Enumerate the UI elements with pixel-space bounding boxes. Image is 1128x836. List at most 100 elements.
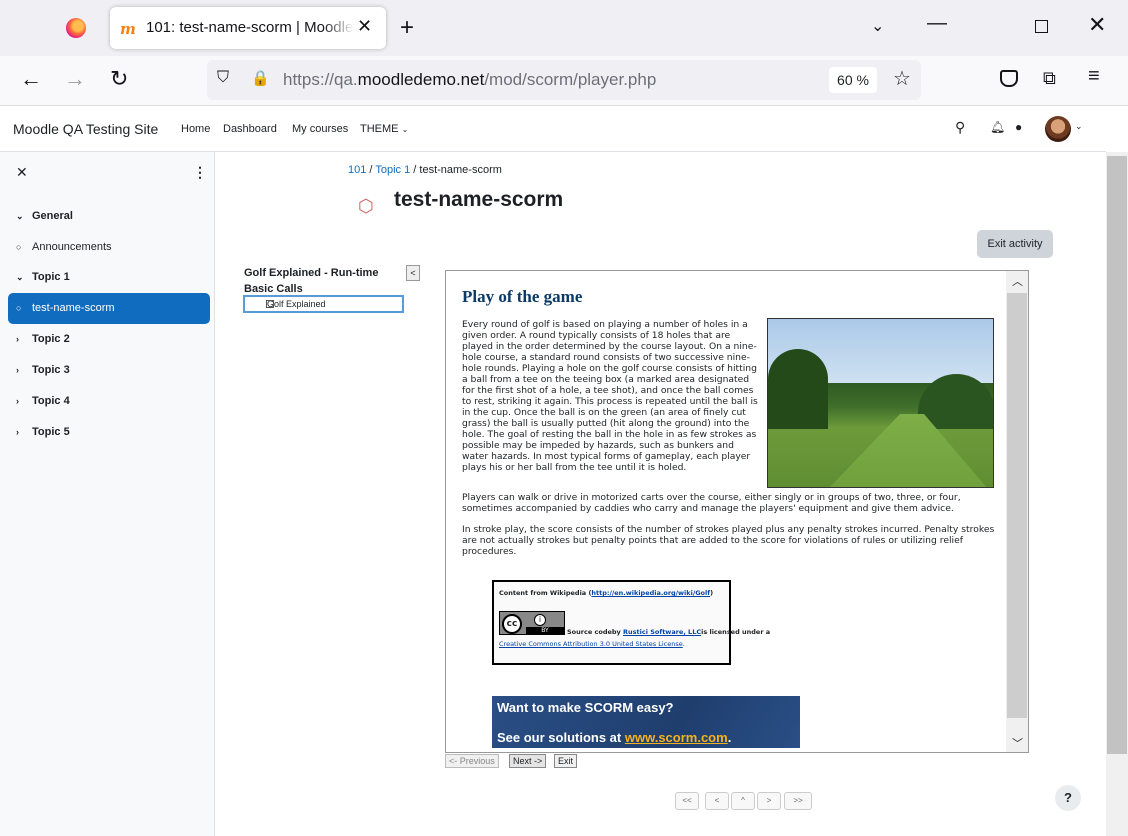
scorm-banner[interactable]: Want to make SCORM easy? See our solutio… bbox=[492, 696, 800, 748]
license-text: Content from Wikipedia ( bbox=[499, 589, 592, 597]
extensions-icon[interactable]: ⧉ bbox=[1043, 68, 1056, 89]
drawer-item-label: General bbox=[32, 210, 73, 222]
shield-icon[interactable]: ⛉ bbox=[217, 69, 229, 87]
chevron-down-icon: ⌄ bbox=[401, 125, 409, 134]
drawer-section-topic-3[interactable]: › Topic 3 bbox=[8, 355, 210, 386]
scorm-package-icon: ⬡ bbox=[358, 196, 374, 216]
nav-theme-label: THEME bbox=[360, 123, 399, 135]
drawer-item-label: Topic 5 bbox=[32, 426, 70, 438]
tab-title: 101: test-name-scorm | Moodle bbox=[146, 19, 354, 36]
hamburger-menu-icon[interactable]: ≡ bbox=[1088, 65, 1100, 88]
checkbox-icon bbox=[266, 300, 274, 308]
banner-text: . bbox=[727, 730, 732, 745]
zoom-indicator[interactable]: 60 % bbox=[829, 67, 877, 93]
drawer-section-topic-4[interactable]: › Topic 4 bbox=[8, 386, 210, 417]
page-title: test-name-scorm bbox=[394, 188, 564, 211]
browser-tab[interactable]: m 101: test-name-scorm | Moodle ✕ bbox=[110, 7, 386, 49]
prev-sco-button[interactable]: < bbox=[705, 792, 729, 810]
chevron-right-icon: › bbox=[16, 365, 19, 375]
up-sco-button[interactable]: ^ bbox=[731, 792, 755, 810]
sco-scrollbar-thumb[interactable] bbox=[1007, 293, 1027, 718]
exit-activity-button[interactable]: Exit activity bbox=[977, 230, 1053, 258]
toc-item-label: Golf Explained bbox=[267, 299, 326, 309]
license-source-line: Content from Wikipedia (http://en.wikipe… bbox=[499, 589, 713, 597]
pocket-icon[interactable] bbox=[1000, 70, 1018, 87]
sco-exit-button[interactable]: Exit bbox=[554, 754, 578, 768]
drawer-section-topic-1[interactable]: ⌄ Topic 1 bbox=[8, 262, 210, 293]
banner-line: See our solutions at www.scorm.com. bbox=[497, 730, 795, 745]
drawer-section-general[interactable]: ⌄ General bbox=[8, 201, 210, 232]
chevron-right-icon: › bbox=[16, 427, 19, 437]
chevron-right-icon: › bbox=[16, 396, 19, 406]
drawer-item-announcements[interactable]: ○ Announcements bbox=[8, 232, 210, 263]
close-window-icon[interactable]: ✕ bbox=[1088, 12, 1106, 38]
chevron-down-icon[interactable]: ⌄ bbox=[1075, 121, 1083, 132]
scroll-down-icon[interactable]: ﹀ bbox=[1012, 735, 1023, 751]
nav-theme[interactable]: THEME ⌄ bbox=[360, 123, 408, 135]
license-code-line: Source codeby Rustici Software, LLCis li… bbox=[567, 628, 770, 636]
kebab-menu-icon[interactable]: ⋮ bbox=[193, 164, 207, 181]
nav-my-courses[interactable]: My courses bbox=[292, 123, 348, 135]
sco-paragraph: Players can walk or drive in motorized c… bbox=[462, 492, 961, 514]
license-text: . bbox=[682, 640, 685, 648]
page-scrollbar-thumb[interactable] bbox=[1107, 156, 1127, 754]
new-tab-icon[interactable]: + bbox=[400, 14, 414, 42]
url-bar[interactable]: ⛉ 🔒 https://qa.moodledemo.net/mod/scorm/… bbox=[207, 60, 921, 100]
nav-home[interactable]: Home bbox=[181, 123, 210, 135]
sco-paragraph: Every round of golf is based on playing … bbox=[462, 319, 758, 473]
breadcrumb-topic[interactable]: Topic 1 bbox=[375, 164, 410, 176]
avatar[interactable] bbox=[1045, 116, 1071, 142]
license-text: ) bbox=[710, 589, 714, 597]
chevron-right-icon: › bbox=[16, 334, 19, 344]
wikipedia-link[interactable]: http://en.wikipedia.org/wiki/Golf bbox=[591, 589, 710, 597]
creative-commons-badge-icon[interactable]: cc i BY bbox=[499, 611, 565, 635]
forward-icon[interactable]: → bbox=[64, 66, 86, 92]
banner-text: See our solutions at bbox=[497, 730, 625, 745]
help-button[interactable]: ? bbox=[1055, 785, 1081, 811]
drawer-section-topic-2[interactable]: › Topic 2 bbox=[8, 324, 210, 355]
drawer-item-test-name-scorm[interactable]: ○ test-name-scorm bbox=[8, 293, 210, 324]
nav-dashboard[interactable]: Dashboard bbox=[223, 123, 277, 135]
license-text: is licensed under a bbox=[701, 628, 771, 636]
bell-icon[interactable]: 🔔︎ bbox=[990, 120, 1005, 134]
sco-previous-button[interactable]: <- Previous bbox=[445, 754, 499, 768]
drawer-item-label: test-name-scorm bbox=[32, 302, 115, 314]
sco-next-button[interactable]: Next -> bbox=[509, 754, 547, 768]
drawer-item-label: Topic 2 bbox=[32, 333, 70, 345]
next-sco-button[interactable]: > bbox=[757, 792, 781, 810]
url-path: /mod/scorm/player.php bbox=[484, 70, 657, 89]
scroll-up-icon[interactable]: ︿ bbox=[1012, 273, 1023, 289]
url-prefix: https://qa. bbox=[283, 70, 358, 89]
bookmark-star-icon[interactable]: ☆ bbox=[893, 66, 911, 91]
first-sco-button[interactable]: << bbox=[675, 792, 699, 810]
scorm-link[interactable]: www.scorm.com bbox=[625, 730, 728, 745]
lock-icon[interactable]: 🔒 bbox=[251, 69, 270, 87]
chevron-down-icon: ⌄ bbox=[16, 272, 24, 282]
breadcrumb: 101 / Topic 1 / test-name-scorm bbox=[348, 164, 502, 176]
back-icon[interactable]: ← bbox=[20, 66, 42, 92]
sco-paragraph: In stroke play, the score consists of th… bbox=[462, 524, 995, 557]
search-icon[interactable]: ⚲ bbox=[955, 119, 965, 136]
breadcrumb-course[interactable]: 101 bbox=[348, 164, 366, 176]
drawer-item-label: Topic 3 bbox=[32, 364, 70, 376]
last-sco-button[interactable]: >> bbox=[784, 792, 812, 810]
reload-icon[interactable]: ↻ bbox=[110, 66, 128, 92]
maximize-icon[interactable] bbox=[1035, 20, 1048, 33]
close-tab-icon[interactable]: ✕ bbox=[357, 16, 372, 37]
license-box: Content from Wikipedia (http://en.wikipe… bbox=[492, 580, 770, 665]
minimize-icon[interactable]: — bbox=[927, 12, 947, 35]
toc-collapse-button[interactable]: < bbox=[406, 265, 420, 281]
drawer-section-topic-5[interactable]: › Topic 5 bbox=[8, 417, 210, 448]
chat-icon[interactable]: ● bbox=[1015, 120, 1022, 134]
chevron-down-icon[interactable]: ⌄ bbox=[871, 16, 884, 36]
close-icon[interactable]: ✕ bbox=[16, 164, 28, 181]
browser-tab-bar: m 101: test-name-scorm | Moodle ✕ + ⌄ — … bbox=[0, 0, 1128, 56]
cc-license-link[interactable]: Creative Commons Attribution 3.0 United … bbox=[499, 640, 683, 648]
rustici-link[interactable]: Rustici Software, LLC bbox=[623, 628, 701, 636]
circle-icon: ○ bbox=[16, 242, 22, 252]
sco-heading: Play of the game bbox=[462, 287, 583, 306]
circle-icon: ○ bbox=[16, 303, 22, 313]
site-name[interactable]: Moodle QA Testing Site bbox=[13, 121, 158, 137]
license-text: Source codeby bbox=[567, 628, 624, 636]
url-text[interactable]: https://qa.moodledemo.net/mod/scorm/play… bbox=[283, 70, 656, 90]
